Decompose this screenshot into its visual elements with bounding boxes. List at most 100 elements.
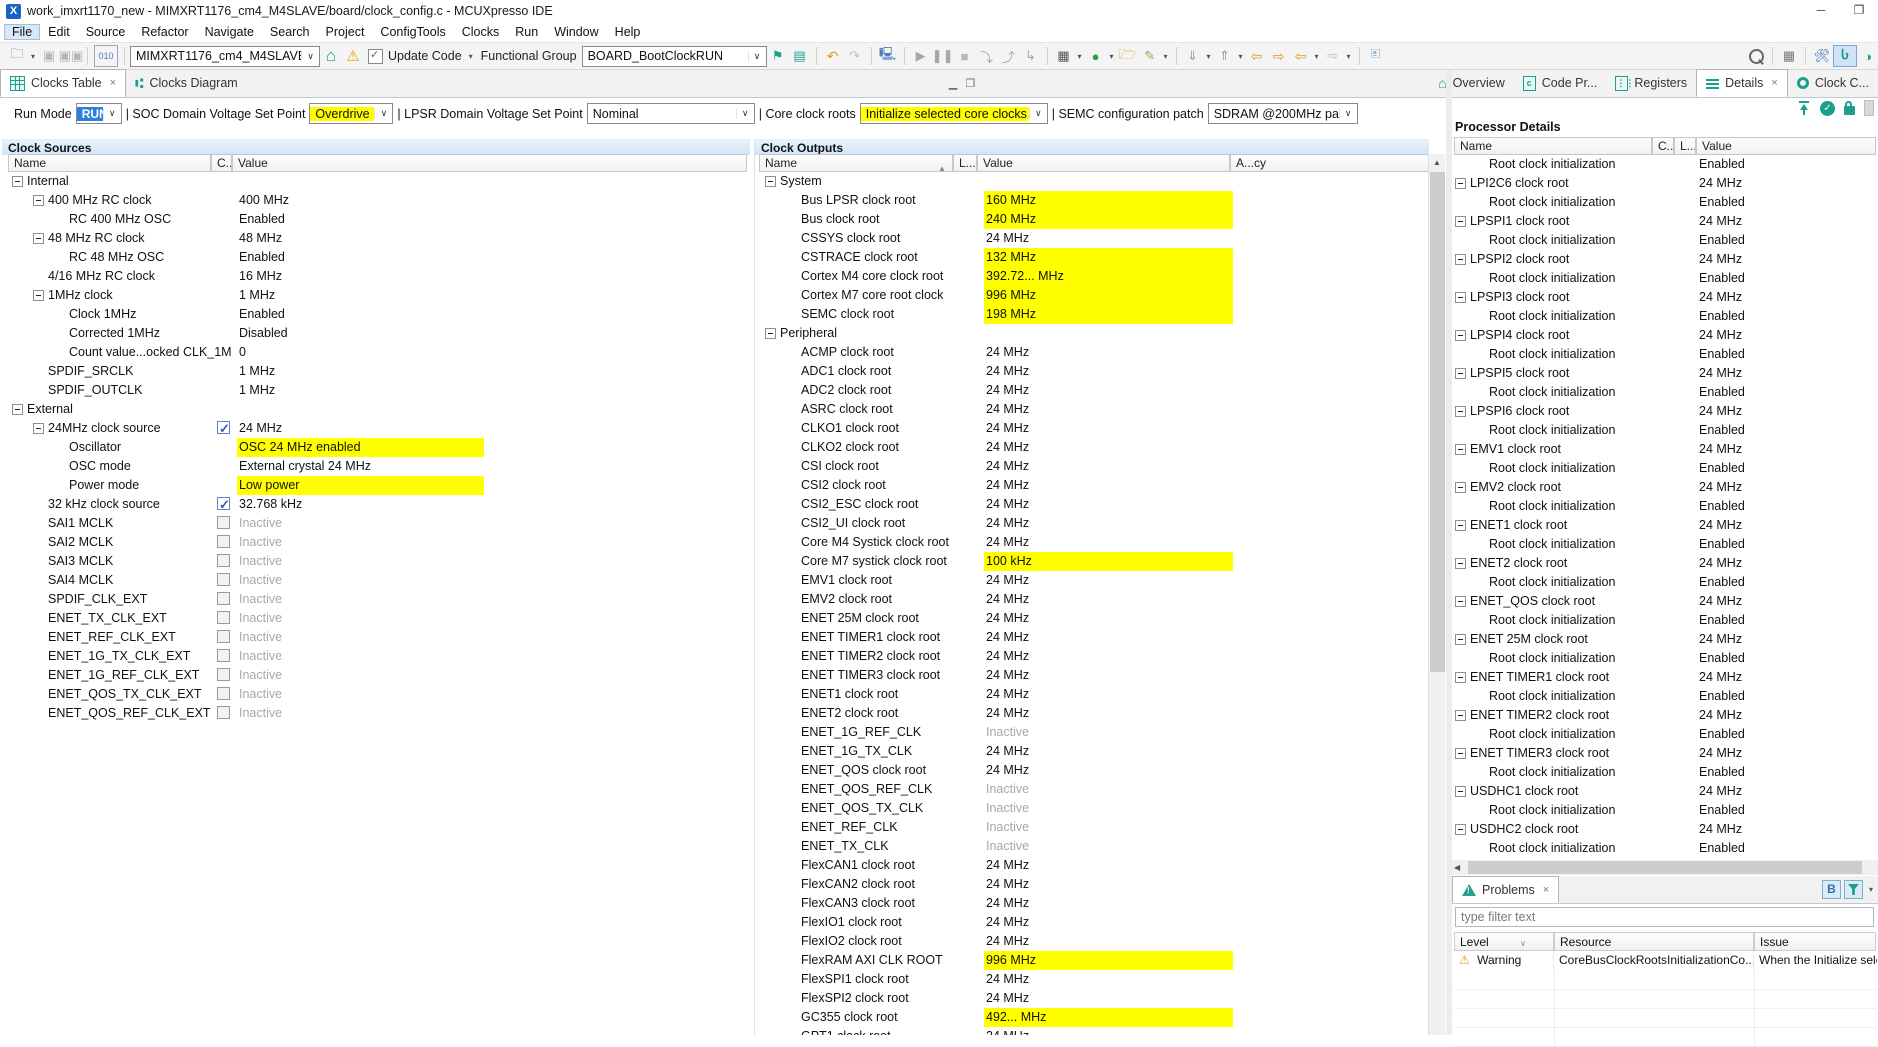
row-value[interactable]: Enabled [1699, 535, 1745, 554]
apply-check-icon[interactable]: ✓ [1820, 100, 1835, 116]
menu-file[interactable]: File [4, 24, 41, 40]
view-menu-icon[interactable]: ▾ [1866, 885, 1876, 894]
table-row[interactable]: FlexCAN3 clock root 24 MHz [755, 894, 1429, 913]
table-row[interactable]: Root clock initialization Enabled [1452, 269, 1878, 288]
tab-details[interactable]: Details × [1696, 69, 1788, 97]
row-value[interactable]: 16 MHz [239, 267, 282, 286]
memory-chip-icon[interactable]: ▦ [1054, 46, 1074, 66]
row-value[interactable]: Inactive [239, 552, 282, 571]
table-row[interactable]: ENET TIMER3 clock root 24 MHz [755, 666, 1429, 685]
scrollbar-thumb[interactable] [1468, 861, 1862, 874]
table-row[interactable]: ENET_1G_TX_CLK 24 MHz [755, 742, 1429, 761]
tab-clocks-table[interactable]: Clocks Table × [0, 69, 127, 97]
expander-icon[interactable] [1455, 748, 1466, 759]
open-project-icon[interactable]: 🗁 [1118, 46, 1138, 66]
expander-icon[interactable] [1455, 330, 1466, 341]
row-checkbox[interactable] [217, 687, 230, 700]
row-value[interactable]: 24 MHz [1699, 364, 1742, 383]
search-icon[interactable] [1746, 46, 1766, 66]
lpsr-voltage-combo[interactable]: Nominal ∨ [586, 103, 755, 124]
redo-icon[interactable]: ↷ [845, 46, 865, 66]
row-value[interactable]: External crystal 24 MHz [239, 457, 371, 476]
column-header-value[interactable]: Value [1696, 137, 1876, 155]
table-row[interactable]: EMV1 clock root 24 MHz [1452, 440, 1878, 459]
table-row[interactable]: Root clock initialization Enabled [1452, 459, 1878, 478]
expander-icon[interactable] [1455, 710, 1466, 721]
menu-refactor[interactable]: Refactor [133, 24, 196, 40]
row-value[interactable]: Inactive [239, 590, 282, 609]
table-row[interactable]: LPSPI3 clock root 24 MHz [1452, 288, 1878, 307]
row-value[interactable]: 24 MHz [1699, 744, 1742, 763]
row-value[interactable]: Enabled [239, 305, 285, 324]
row-value[interactable]: 24 MHz [986, 761, 1029, 780]
expander-icon[interactable] [1455, 292, 1466, 303]
column-header-config[interactable]: C... [1652, 137, 1674, 155]
column-header-locked[interactable]: L... [953, 154, 977, 172]
row-checkbox[interactable] [217, 495, 230, 514]
row-value[interactable]: 24 MHz [1699, 554, 1742, 573]
step-over-icon[interactable]: ⤴ [999, 46, 1019, 66]
run-dropdown-icon[interactable]: ▾ [1107, 52, 1117, 61]
feedback-list-icon[interactable]: ▤ [790, 46, 810, 66]
column-header-level[interactable]: Level ∨ [1454, 932, 1554, 951]
row-value[interactable]: Inactive [239, 628, 282, 647]
table-row[interactable]: Root clock initialization Enabled [1452, 155, 1878, 174]
column-header-config[interactable]: C... [211, 154, 232, 172]
row-value[interactable]: Inactive [239, 609, 282, 628]
pin-down-icon[interactable]: ⇓ [1183, 46, 1203, 66]
expander-icon[interactable] [33, 233, 44, 244]
row-value[interactable]: 24 MHz [1699, 782, 1742, 801]
table-row[interactable]: SPDIF_SRCLK 1 MHz [2, 362, 750, 381]
table-row[interactable]: FlexSPI2 clock root 24 MHz [755, 989, 1429, 1008]
row-value[interactable]: 24 MHz [986, 590, 1029, 609]
column-header-locked[interactable]: L... [1674, 137, 1696, 155]
table-row[interactable]: CSSYS clock root 24 MHz [755, 229, 1429, 248]
row-value[interactable]: 240 MHz [984, 210, 1233, 229]
column-header-name[interactable]: Name [8, 154, 211, 172]
table-row[interactable]: Cortex M4 core clock root 392.72... MHz [755, 267, 1429, 286]
row-checkbox[interactable] [217, 611, 230, 624]
table-row[interactable]: SEMC clock root 198 MHz [755, 305, 1429, 324]
expander-icon[interactable] [1455, 786, 1466, 797]
row-value[interactable]: 24 MHz [986, 495, 1029, 514]
row-value[interactable]: Enabled [1699, 725, 1745, 744]
collapse-all-icon[interactable] [1797, 101, 1811, 115]
menu-project[interactable]: Project [318, 24, 373, 40]
resume-icon[interactable]: ▶ [911, 46, 931, 66]
write-code-icon[interactable]: ✎ [1140, 46, 1160, 66]
save-icon[interactable]: ▣ [39, 46, 59, 66]
open-perspective-icon[interactable]: ▦ [1779, 46, 1799, 66]
table-row[interactable]: Bus LPSR clock root 160 MHz [755, 191, 1429, 210]
row-value[interactable]: 198 MHz [984, 305, 1233, 324]
table-row[interactable]: LPSPI4 clock root 24 MHz [1452, 326, 1878, 345]
table-row[interactable]: Root clock initialization Enabled [1452, 763, 1878, 782]
table-row[interactable]: Root clock initialization Enabled [1452, 497, 1878, 516]
row-value[interactable]: 24 MHz [1699, 592, 1742, 611]
expander-icon[interactable] [1455, 596, 1466, 607]
table-row[interactable]: External [2, 400, 750, 419]
scroll-left-icon[interactable]: ◀ [1454, 863, 1460, 872]
row-checkbox[interactable] [217, 573, 230, 586]
menu-configtools[interactable]: ConfigTools [372, 24, 453, 40]
row-checkbox[interactable] [217, 630, 230, 643]
row-value[interactable]: Enabled [1699, 611, 1745, 630]
row-checkbox[interactable] [217, 592, 230, 605]
minimize-view-icon[interactable]: ▁ [949, 77, 957, 90]
table-row[interactable]: ENET TIMER1 clock root 24 MHz [1452, 668, 1878, 687]
row-value[interactable]: 100 kHz [984, 552, 1233, 571]
table-row[interactable]: Bus clock root 240 MHz [755, 210, 1429, 229]
undo-icon[interactable]: ↶ [823, 46, 843, 66]
table-row[interactable]: ENET 25M clock root 24 MHz [1452, 630, 1878, 649]
expander-icon[interactable] [1455, 216, 1466, 227]
table-row[interactable]: USDHC1 clock root 24 MHz [1452, 782, 1878, 801]
table-row[interactable]: ENET_QOS_TX_CLK_EXT Inactive [2, 685, 750, 704]
table-row[interactable]: ACMP clock root 24 MHz [755, 343, 1429, 362]
table-row[interactable]: Core M4 Systick clock root 24 MHz [755, 533, 1429, 552]
row-value[interactable]: Inactive [239, 533, 282, 552]
new-wizard-icon[interactable]: 🗀 [7, 46, 27, 66]
row-value[interactable]: 24 MHz [986, 970, 1029, 989]
table-row[interactable]: ENET_1G_REF_CLK Inactive [755, 723, 1429, 742]
row-value[interactable]: OSC 24 MHz enabled [237, 438, 484, 457]
step-return-icon[interactable]: ↳ [1021, 46, 1041, 66]
column-header-name[interactable]: Name ▲ [759, 154, 953, 172]
